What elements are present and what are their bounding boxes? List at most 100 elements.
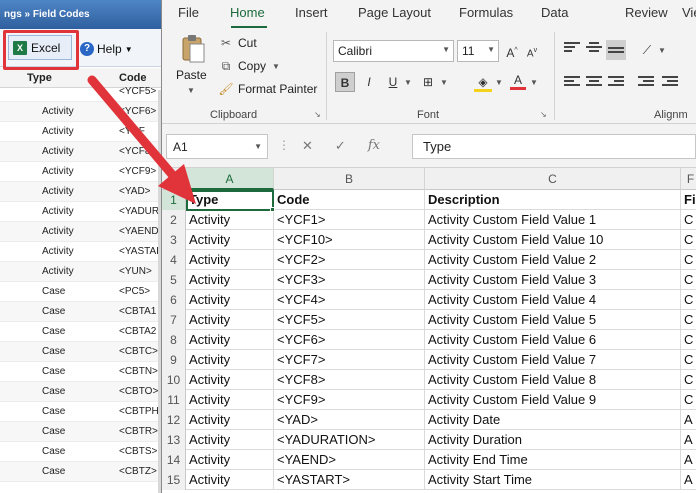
insert-function-icon[interactable]: fx xyxy=(368,138,380,154)
cell-field[interactable]: C xyxy=(681,370,696,390)
column-header-f[interactable]: F xyxy=(681,168,696,190)
row-header[interactable]: 2 xyxy=(162,210,186,230)
chevron-down-icon[interactable]: ▼ xyxy=(440,78,448,87)
increase-font-size-button[interactable]: A^ xyxy=(504,41,520,61)
italic-button[interactable]: I xyxy=(360,72,378,92)
row-header[interactable]: 7 xyxy=(162,310,186,330)
row-header[interactable]: 12 xyxy=(162,410,186,430)
cell-field[interactable]: C xyxy=(681,270,696,290)
list-item[interactable]: Activity <YAD> xyxy=(0,182,161,202)
paste-dropdown-icon[interactable]: ▼ xyxy=(187,86,195,95)
cell-field[interactable]: C xyxy=(681,210,696,230)
cell-description[interactable]: Activity Custom Field Value 4 xyxy=(425,290,681,310)
row-header[interactable]: 1 xyxy=(162,190,186,210)
enter-icon[interactable]: ✓ xyxy=(335,138,346,154)
cell-code[interactable]: <YCF6> xyxy=(274,330,425,350)
cut-button[interactable]: ✂ Cut xyxy=(218,36,257,50)
list-item[interactable]: Case <CBTZ> xyxy=(0,462,161,482)
cell-field[interactable]: A xyxy=(681,450,696,470)
chevron-down-icon[interactable]: ▼ xyxy=(404,78,412,87)
tab-data[interactable]: Data xyxy=(541,5,568,20)
cell-type[interactable]: Activity xyxy=(186,210,274,230)
align-right-icon[interactable] xyxy=(608,76,624,90)
list-item[interactable]: Activity <YUN> xyxy=(0,262,161,282)
code-column-header[interactable]: Code xyxy=(119,72,147,84)
cell-code[interactable]: <YCF8> xyxy=(274,370,425,390)
cell-code[interactable]: <YADURATION> xyxy=(274,430,425,450)
align-left-icon[interactable] xyxy=(564,76,580,90)
row-header[interactable]: 15 xyxy=(162,470,186,490)
cell-type[interactable]: Activity xyxy=(186,390,274,410)
formula-input[interactable]: Type xyxy=(412,134,696,159)
cell-code[interactable]: <YAD> xyxy=(274,410,425,430)
list-item[interactable]: Case <CBTPH xyxy=(0,402,161,422)
cell-field[interactable]: Fi xyxy=(681,190,696,210)
cell-description[interactable]: Activity Custom Field Value 8 xyxy=(425,370,681,390)
list-item[interactable]: Case <CBTS> xyxy=(0,442,161,462)
tab-file[interactable]: File xyxy=(178,5,199,20)
list-item[interactable]: Activity <YAEND xyxy=(0,222,161,242)
orientation-icon[interactable]: ⟋ xyxy=(638,40,656,60)
formula-bar-grip-icon[interactable]: ⋮ xyxy=(278,138,290,152)
row-header[interactable]: 6 xyxy=(162,290,186,310)
cell-field[interactable]: C xyxy=(681,310,696,330)
cell-type[interactable]: Activity xyxy=(186,330,274,350)
row-header[interactable]: 9 xyxy=(162,350,186,370)
cell-code[interactable]: <YCF7> xyxy=(274,350,425,370)
cell-description[interactable]: Activity Custom Field Value 6 xyxy=(425,330,681,350)
list-item[interactable]: Case <PC5> xyxy=(0,282,161,302)
cell-field[interactable]: A xyxy=(681,430,696,450)
cell-field[interactable]: C xyxy=(681,350,696,370)
cell-code[interactable]: <YCF1> xyxy=(274,210,425,230)
cell-description[interactable]: Activity Custom Field Value 10 xyxy=(425,230,681,250)
row-header[interactable]: 10 xyxy=(162,370,186,390)
cell-description[interactable]: Activity Custom Field Value 1 xyxy=(425,210,681,230)
cell-code[interactable]: <YCF4> xyxy=(274,290,425,310)
tab-insert[interactable]: Insert xyxy=(295,5,328,20)
worksheet-grid[interactable]: A B C F 1 Type Code Description Fi 2 Activity <… xyxy=(162,168,696,493)
cell-code[interactable]: <YCF3> xyxy=(274,270,425,290)
list-item[interactable]: Activity <YCF6> xyxy=(0,102,161,122)
align-middle-icon[interactable] xyxy=(586,42,602,56)
cell-description[interactable]: Description xyxy=(425,190,681,210)
cell-type[interactable]: Activity xyxy=(186,470,274,490)
cell-code[interactable]: <YCF2> xyxy=(274,250,425,270)
list-item[interactable]: Activity <YADUR xyxy=(0,202,161,222)
row-header[interactable]: 11 xyxy=(162,390,186,410)
cell-description[interactable]: Activity Custom Field Value 5 xyxy=(425,310,681,330)
fill-handle[interactable] xyxy=(270,207,275,212)
align-bottom-icon[interactable] xyxy=(606,40,626,60)
list-item[interactable]: Case <CBTC> xyxy=(0,342,161,362)
cell-field[interactable]: A xyxy=(681,470,696,490)
cancel-icon[interactable]: ✕ xyxy=(302,138,313,154)
chevron-down-icon[interactable]: ▼ xyxy=(495,78,503,87)
row-header[interactable]: 4 xyxy=(162,250,186,270)
font-launcher-icon[interactable]: ↘ xyxy=(540,110,547,119)
tab-formulas[interactable]: Formulas xyxy=(459,5,513,20)
cell-type[interactable]: Activity xyxy=(186,410,274,430)
underline-button[interactable]: U xyxy=(384,72,402,92)
paste-icon[interactable] xyxy=(180,34,206,64)
cell-code[interactable]: <YCF9> xyxy=(274,390,425,410)
tab-home[interactable]: Home xyxy=(230,5,265,20)
list-item[interactable]: Case <CBTO> xyxy=(0,382,161,402)
row-header[interactable]: 5 xyxy=(162,270,186,290)
tab-view[interactable]: View xyxy=(682,5,696,20)
cell-field[interactable]: C xyxy=(681,250,696,270)
type-column-header[interactable]: Type xyxy=(27,72,52,84)
cell-description[interactable]: Activity Custom Field Value 2 xyxy=(425,250,681,270)
cell-code[interactable]: <YAEND> xyxy=(274,450,425,470)
cell-type[interactable]: Activity xyxy=(186,370,274,390)
column-header-a[interactable]: A xyxy=(186,168,274,190)
list-item[interactable]: Case <CBTA1 xyxy=(0,302,161,322)
cell-type[interactable]: Activity xyxy=(186,450,274,470)
cell-type[interactable]: Activity xyxy=(186,310,274,330)
cell-description[interactable]: Activity Start Time xyxy=(425,470,681,490)
align-top-icon[interactable] xyxy=(564,42,580,56)
cell-description[interactable]: Activity Custom Field Value 7 xyxy=(425,350,681,370)
tab-page-layout[interactable]: Page Layout xyxy=(358,5,431,20)
decrease-font-size-button[interactable]: Av xyxy=(524,41,540,61)
cell-code[interactable]: Code xyxy=(274,190,425,210)
row-header[interactable]: 13 xyxy=(162,430,186,450)
column-header-c[interactable]: C xyxy=(425,168,681,190)
